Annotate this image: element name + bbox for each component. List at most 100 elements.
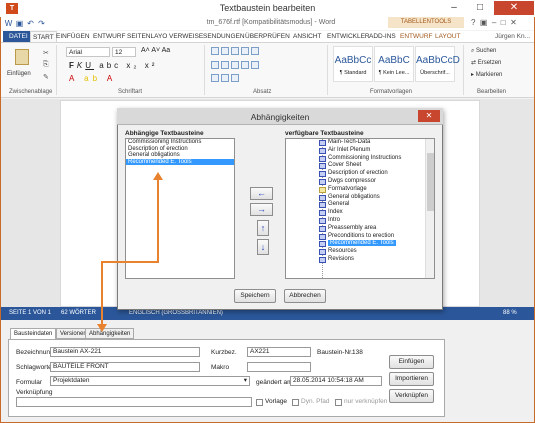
word-icon: W — [4, 19, 13, 28]
select-button[interactable]: ▸ Markieren — [471, 71, 502, 80]
tree-item[interactable]: Preassembly area — [286, 225, 434, 233]
link-button[interactable]: Verknüpfen — [389, 389, 434, 403]
keyword-label: Schlagworte — [16, 364, 52, 371]
template-checkbox[interactable] — [256, 399, 263, 406]
tab-review[interactable]: ÜBERPRÜFEN — [243, 31, 292, 42]
style-no-spacing[interactable]: AaBbC ¶ Kein Lee... — [374, 46, 414, 82]
zoom-level[interactable]: 88 % — [503, 307, 517, 320]
editing-group-label: Bearbeiten — [477, 89, 507, 95]
link-only-label: nur verknüpfen — [344, 398, 388, 405]
format-painter-icon[interactable]: ✎ — [43, 73, 49, 81]
tree-item[interactable]: Formatvorlage — [286, 186, 434, 194]
move-down-button[interactable]: ↓ — [257, 239, 269, 255]
font-size-select[interactable]: 12 — [112, 47, 136, 57]
minimize-button[interactable]: – — [441, 1, 467, 15]
tree-item[interactable]: General — [286, 201, 434, 209]
save-icon[interactable]: ▣ — [15, 19, 24, 28]
scroll-thumb[interactable] — [427, 153, 434, 211]
copy-icon[interactable]: ⎘ — [43, 61, 49, 69]
tree-scrollbar[interactable] — [425, 139, 434, 278]
tab-insert[interactable]: EINFÜGEN — [54, 31, 92, 42]
close-button[interactable]: ✕ — [494, 1, 534, 15]
template-label: Vorlage — [265, 398, 288, 405]
list-buttons[interactable] — [211, 47, 259, 55]
tree-item[interactable]: Resources — [286, 248, 434, 256]
insert-button[interactable]: Einfügen — [389, 355, 434, 369]
short-input[interactable]: AX221 — [247, 347, 311, 357]
tab-references[interactable]: VERWEISE — [167, 31, 205, 42]
tree-item[interactable]: General obligations — [286, 194, 434, 202]
tree-item[interactable]: Dwgs compressor — [286, 178, 434, 186]
available-blocks-header: verfügbare Textbausteine — [285, 130, 364, 137]
ribbon-divider — [56, 45, 57, 95]
link-input[interactable] — [16, 397, 252, 407]
tab-table-layout[interactable]: LAYOUT — [433, 31, 463, 42]
move-left-button[interactable]: ← — [250, 187, 273, 200]
ribbon-tabs: DATEI START EINFÜGEN ENTWURF SEITENLAYO … — [1, 31, 534, 42]
tree-item[interactable]: Cover Sheet — [286, 162, 434, 170]
list-item-selected[interactable]: Recommended E. Tools — [126, 158, 234, 165]
move-right-button[interactable]: → — [250, 203, 273, 216]
tab-developer[interactable]: ENTWICKLER — [325, 31, 372, 42]
font-group-label: Schriftart — [118, 89, 143, 95]
tree-item[interactable]: Revisions — [286, 256, 434, 264]
move-up-button[interactable]: ↑ — [257, 220, 269, 236]
save-button[interactable]: Speichern — [234, 289, 276, 303]
number-value: 138 — [352, 349, 363, 356]
find-button[interactable]: ⌕ Suchen — [471, 47, 496, 56]
tab-view[interactable]: ANSICHT — [291, 31, 324, 42]
designation-label: Bezeichnung — [16, 349, 54, 356]
replace-button[interactable]: ⇄ Ersetzen — [471, 59, 501, 68]
changed-input: 28.05.2014 10:54:18 AM — [290, 376, 382, 386]
tree-item[interactable]: Description of erection — [286, 170, 434, 178]
dialog-title-bar: Abhängigkeiten — [117, 108, 443, 125]
tree-item[interactable]: Air Inlet Plenum — [286, 147, 434, 155]
dialog-close-button[interactable]: ✕ — [418, 110, 440, 122]
cancel-button[interactable]: Abbrechen — [284, 289, 326, 303]
color-buttons[interactable]: A ab A — [69, 74, 116, 83]
paste-button[interactable]: Einfügen — [7, 70, 31, 79]
annotation-arrowhead — [97, 324, 107, 332]
annotation-line — [101, 261, 159, 263]
status-words[interactable]: 62 WÖRTER — [61, 307, 96, 320]
tree-item[interactable]: Index — [286, 209, 434, 217]
tab-mailings[interactable]: SENDUNGEN — [201, 31, 247, 42]
tree-item[interactable]: Preconditions to erection — [286, 233, 434, 241]
tab-start[interactable]: START — [30, 31, 57, 42]
styles-group-label: Formatvorlagen — [370, 89, 413, 95]
style-heading[interactable]: AaBbCcD Überschrif... — [415, 46, 460, 82]
maximize-button[interactable]: □ — [467, 1, 493, 15]
undo-icon[interactable]: ↶ — [26, 19, 35, 28]
tab-dependencies[interactable]: Abhängigkeiten — [85, 328, 135, 339]
format-buttons[interactable]: FKU abc x₂ x² — [69, 61, 157, 70]
tree-item[interactable]: Main-Tech-Data — [286, 139, 434, 147]
cut-icon[interactable]: ✂ — [43, 49, 49, 57]
paste-icon[interactable] — [15, 49, 29, 65]
font-grow-icon[interactable]: A˄ A˅ Aa — [141, 47, 170, 54]
link-only-checkbox[interactable] — [335, 399, 342, 406]
font-name-select[interactable]: Arial — [66, 47, 110, 57]
designation-input[interactable]: Baustein AX-221 — [50, 347, 200, 357]
status-page[interactable]: SEITE 1 VON 1 — [9, 307, 51, 320]
available-blocks-tree[interactable]: Main-Tech-Data Air Inlet Plenum Commissi… — [285, 138, 435, 279]
dyn-path-checkbox[interactable] — [292, 399, 299, 406]
tab-layout[interactable]: SEITENLAYO — [125, 31, 169, 42]
tree-item[interactable]: Commissioning Instructions — [286, 155, 434, 163]
keyword-input[interactable]: BAUTEILE FRONT — [50, 362, 200, 372]
tree-item-selected[interactable]: Recommended E. Tools — [286, 240, 434, 248]
tab-table-design[interactable]: ENTWURF — [398, 31, 435, 42]
word-window-controls[interactable]: ? ▣ – □ ✕ — [471, 18, 517, 27]
tree-item[interactable]: Intro — [286, 217, 434, 225]
shading-buttons[interactable] — [211, 74, 239, 82]
tab-addins[interactable]: ADD-INS — [367, 31, 398, 42]
dependent-blocks-list[interactable]: Commissioning Instructions Description o… — [125, 138, 235, 279]
macro-input[interactable] — [247, 362, 311, 372]
tab-design[interactable]: ENTWURF — [91, 31, 128, 42]
style-standard[interactable]: AaBbCc ¶ Standard — [333, 46, 373, 82]
import-button[interactable]: Importieren — [389, 372, 434, 386]
align-buttons[interactable] — [211, 61, 259, 69]
title-bar: T Textbaustein bearbeiten – □ ✕ — [0, 0, 535, 17]
user-name[interactable]: Jürgen Kn... — [493, 31, 532, 42]
redo-icon[interactable]: ↷ — [37, 19, 46, 28]
form-select[interactable]: Projektdaten ▾ — [50, 376, 250, 386]
